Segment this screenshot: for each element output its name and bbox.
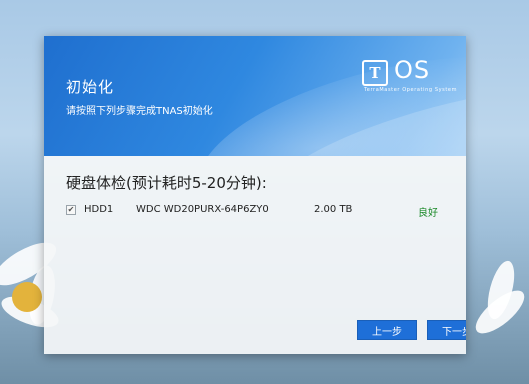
next-step-button[interactable]: 下一步 — [427, 320, 466, 340]
tos-logo-mark-icon: T — [362, 60, 388, 86]
flower-center — [12, 282, 42, 312]
disk-checkbox[interactable]: ✔ — [66, 205, 76, 215]
tos-logo: T OS TerraMaster Operating System — [362, 56, 456, 96]
disk-size: 2.00 TB — [314, 204, 353, 215]
disk-check-title: 硬盘体检(预计耗时5-20分钟): — [66, 174, 267, 192]
dialog-header: 初始化 请按照下列步骤完成TNAS初始化 T OS TerraMaster Op… — [44, 36, 466, 156]
page-title: 初始化 — [66, 78, 115, 96]
disk-model: WDC WD20PURX-64P6ZY0 — [136, 204, 269, 215]
tos-logo-text: OS — [394, 56, 431, 84]
init-dialog: 初始化 请按照下列步骤完成TNAS初始化 T OS TerraMaster Op… — [44, 36, 466, 354]
previous-step-button[interactable]: 上一步 — [357, 320, 417, 340]
desktop-wallpaper: 初始化 请按照下列步骤完成TNAS初始化 T OS TerraMaster Op… — [0, 0, 529, 384]
disk-row: ✔ HDD1 WDC WD20PURX-64P6ZY0 2.00 TB 良好 — [66, 202, 446, 220]
disk-name: HDD1 — [84, 204, 114, 215]
disk-status: 良好 — [418, 208, 438, 219]
tos-logo-tagline: TerraMaster Operating System — [364, 87, 458, 93]
page-subtitle: 请按照下列步骤完成TNAS初始化 — [66, 106, 213, 117]
